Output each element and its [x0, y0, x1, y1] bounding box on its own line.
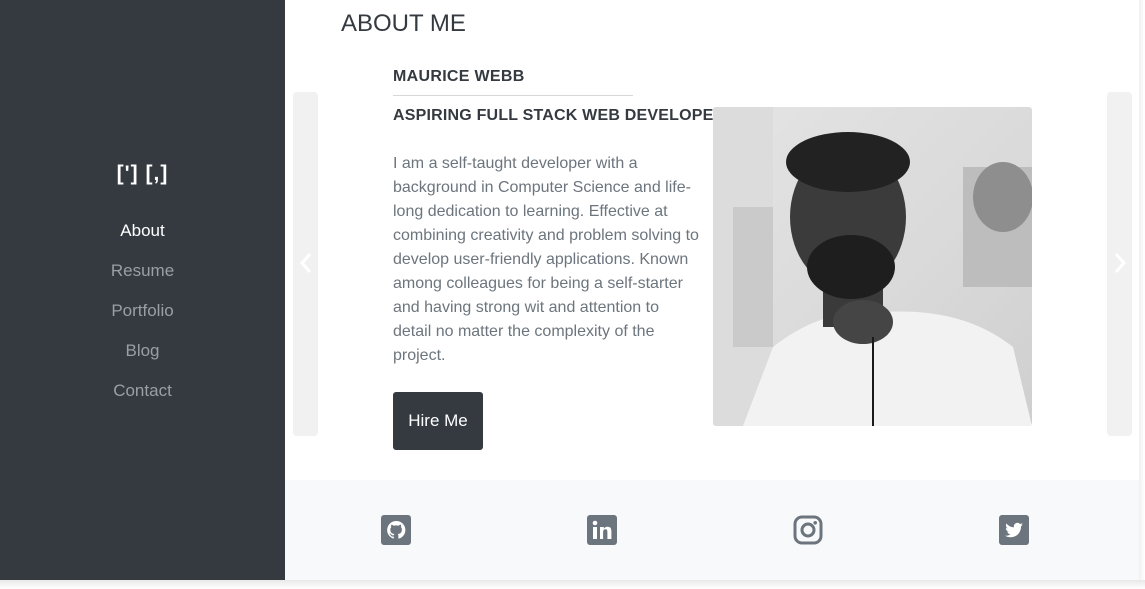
nav-item-blog[interactable]: Blog: [0, 341, 285, 361]
carousel-next-button[interactable]: [1107, 92, 1132, 436]
nav-item-resume[interactable]: Resume: [0, 261, 285, 281]
page-edge: [1139, 0, 1145, 580]
carousel-prev-button[interactable]: [293, 92, 318, 436]
footer: [285, 480, 1139, 580]
chevron-right-icon: [1107, 252, 1132, 281]
chevron-left-icon: [293, 252, 318, 281]
nav-item-contact[interactable]: Contact: [0, 381, 285, 401]
github-icon[interactable]: [381, 515, 411, 545]
logo[interactable]: ['] [,]: [0, 162, 285, 186]
profile-bio: I am a self-taught developer with a back…: [393, 155, 699, 364]
instagram-icon[interactable]: [793, 515, 823, 545]
profile-role: ASPIRING FULL STACK WEB DEVELOPER: [393, 107, 726, 124]
name-divider: [393, 95, 633, 96]
page-bottom-shadow: [0, 580, 1145, 589]
profile-photo: [713, 107, 1032, 426]
page-title: ABOUT ME: [341, 10, 466, 37]
nav-item-portfolio[interactable]: Portfolio: [0, 301, 285, 321]
twitter-icon[interactable]: [999, 515, 1029, 545]
sidebar: ['] [,] About Resume Portfolio Blog Cont…: [0, 0, 285, 580]
linkedin-icon[interactable]: [587, 515, 617, 545]
nav-item-about[interactable]: About: [0, 221, 285, 241]
profile-name: MAURICE WEBB: [393, 68, 525, 85]
hire-me-button[interactable]: Hire Me: [393, 392, 483, 450]
